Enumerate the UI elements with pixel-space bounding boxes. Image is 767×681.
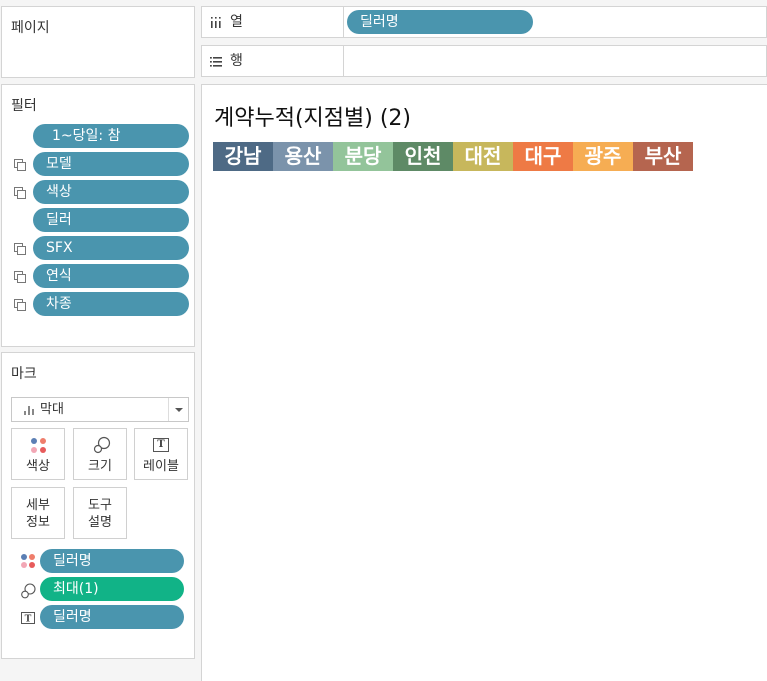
- context-filter-icon: [14, 271, 26, 283]
- rows-shelf-label: 행: [202, 46, 344, 76]
- pages-title: 페이지: [11, 20, 50, 36]
- detail-button[interactable]: 세부 정보: [11, 487, 65, 539]
- filter-pill[interactable]: 차종: [33, 292, 189, 316]
- mark-field-color-dealer[interactable]: 딜러명: [40, 549, 184, 573]
- filter-pill[interactable]: 1~당일: 참: [33, 124, 189, 148]
- mark-field-label-dealer[interactable]: 딜러명: [40, 605, 184, 629]
- size-icon: [20, 583, 36, 599]
- dealer-segment[interactable]: 부산: [633, 142, 693, 171]
- context-filter-icon: [14, 243, 26, 255]
- columns-pill-dealer[interactable]: 딜러명: [347, 10, 533, 34]
- size-icon: [93, 436, 111, 454]
- dealer-segment[interactable]: 분당: [333, 142, 393, 171]
- dealer-segment[interactable]: 광주: [573, 142, 633, 171]
- rows-shelf[interactable]: 행: [201, 45, 767, 77]
- filters-title: 필터: [11, 98, 37, 114]
- dealer-segment[interactable]: 인천: [393, 142, 453, 171]
- columns-shelf-label: 열: [202, 7, 344, 37]
- columns-icon: [211, 17, 221, 28]
- filter-pill[interactable]: 모델: [33, 152, 189, 176]
- context-filter-icon: [14, 299, 26, 311]
- rows-shelf-text: 행: [230, 53, 243, 69]
- mark-type-value: 막대: [40, 402, 64, 417]
- dealer-segment[interactable]: 대구: [513, 142, 573, 171]
- filter-pill[interactable]: 연식: [33, 264, 189, 288]
- mark-type-dropdown[interactable]: 막대: [11, 397, 189, 422]
- dealer-segment[interactable]: 대전: [453, 142, 513, 171]
- color-button[interactable]: 색상: [11, 428, 65, 480]
- columns-shelf[interactable]: 열 딜러명: [201, 6, 767, 38]
- pages-card[interactable]: 페이지: [1, 6, 195, 78]
- filter-pill[interactable]: 딜러: [33, 208, 189, 232]
- filter-pill[interactable]: SFX: [33, 236, 189, 260]
- dealer-segment[interactable]: 용산: [273, 142, 333, 171]
- filters-card[interactable]: 필터 1~당일: 참모델색상딜러 SFX 연식차종: [1, 84, 195, 347]
- columns-shelf-text: 열: [230, 14, 243, 30]
- chevron-down-icon[interactable]: [168, 398, 188, 421]
- filter-pill[interactable]: 색상: [33, 180, 189, 204]
- bar-chart-icon: [24, 406, 34, 415]
- text-icon: T: [153, 438, 169, 452]
- color-icon: [31, 438, 47, 454]
- text-icon: T: [20, 610, 36, 626]
- tooltip-button[interactable]: 도구 설명: [73, 487, 127, 539]
- mark-field-size-max[interactable]: 최대(1): [40, 577, 184, 601]
- dealer-segment[interactable]: 강남: [213, 142, 273, 171]
- tableau-worksheet: 페이지 필터 1~당일: 참 모델 색상 딜러 SFX 연식 차종 마크 막대 색상: [0, 0, 767, 681]
- context-filter-icon: [14, 187, 26, 199]
- color-button-label: 색상: [26, 459, 50, 474]
- color-icon: [20, 553, 36, 569]
- label-button[interactable]: T 레이블: [134, 428, 188, 480]
- size-button-label: 크기: [88, 459, 112, 474]
- view-canvas[interactable]: 계약누적(지점별) (2) 강남 용산 분당 인천 대전 대구 광주 부산: [201, 84, 767, 681]
- rows-icon: [210, 57, 222, 67]
- tooltip-button-label: 도구 설명: [88, 498, 112, 530]
- marks-title: 마크: [11, 366, 37, 382]
- sheet-title: 계약누적(지점별) (2): [214, 106, 412, 131]
- label-button-label: 레이블: [143, 459, 179, 474]
- size-button[interactable]: 크기: [73, 428, 127, 480]
- marks-card: 마크 막대 색상 크기 T 레이블 세부 정보 도구 설명 딜러명 최대(1) …: [1, 352, 195, 659]
- detail-button-label: 세부 정보: [26, 498, 50, 530]
- svg-text:T: T: [25, 615, 32, 625]
- context-filter-icon: [14, 159, 26, 171]
